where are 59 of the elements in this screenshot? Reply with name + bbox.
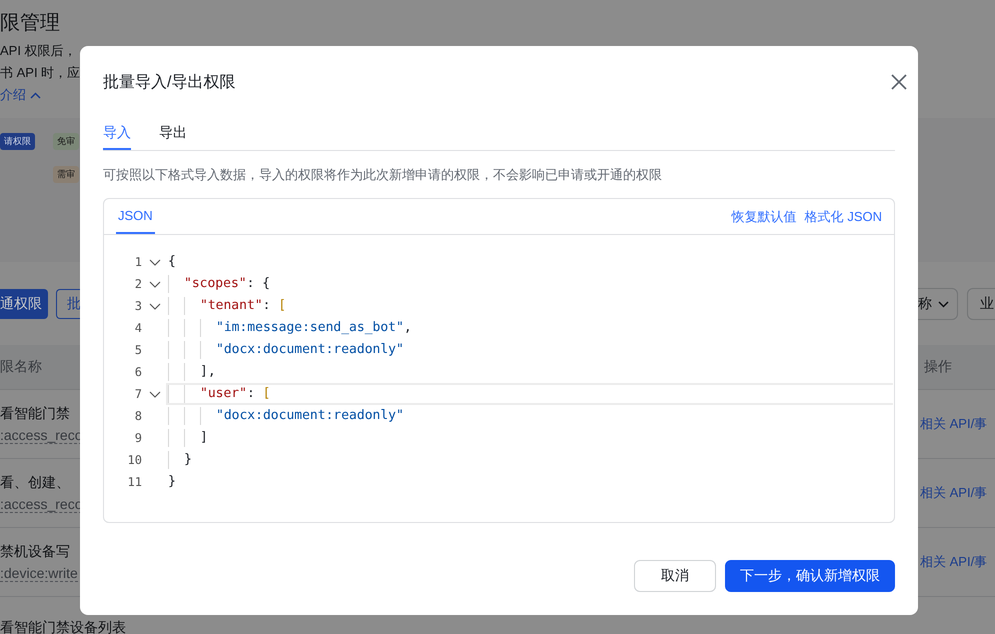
- dialog-title: 批量导入/导出权限: [103, 72, 236, 92]
- cancel-button[interactable]: 取消: [634, 560, 716, 592]
- dialog-tab[interactable]: 导入: [103, 116, 131, 150]
- code-text: "user": [: [200, 385, 270, 403]
- line-number: 3: [134, 299, 142, 313]
- permission-name: 看智能门禁设备列表: [0, 619, 126, 634]
- flow-chip: 免审: [53, 133, 79, 150]
- chevron-icon: [938, 300, 949, 308]
- permission-name: 禁机设备写: [0, 542, 70, 560]
- line-number: 11: [126, 475, 142, 489]
- related-api-link[interactable]: 相关 API/事: [920, 553, 988, 571]
- fold-chevron-icon[interactable]: [149, 390, 161, 398]
- intro-text: 书 API 时，应: [0, 64, 80, 82]
- code-text: "scopes": {: [184, 275, 270, 293]
- permission-name: 看、创建、: [0, 474, 70, 492]
- column-header: 操作: [923, 358, 952, 376]
- code-text: "im:message:send_as_bot",: [216, 319, 412, 337]
- editor-action-link[interactable]: 格式化 JSON: [804, 208, 882, 226]
- close-icon: [889, 72, 909, 92]
- code-text: ],: [200, 363, 216, 381]
- line-number: 10: [126, 453, 142, 467]
- line-number: 9: [134, 431, 142, 445]
- line-number: 2: [134, 277, 142, 291]
- fold-chevron-icon[interactable]: [149, 258, 161, 266]
- line-number: 8: [134, 409, 142, 423]
- related-api-link[interactable]: 相关 API/事: [920, 415, 988, 433]
- json-editor[interactable]: JSON 恢复默认值 格式化 JSON 1 { 2 "scopes": { 3 "tenant": [ 4 "im:message:send_as_bot", 5 "docx:document:readonly" 6 ], 7 "user": [ 8 "docx:document:readonly" 9 ] 10 } 11 }: [103, 198, 895, 523]
- close-button[interactable]: [889, 72, 909, 92]
- intro-toggle[interactable]: 介绍: [0, 86, 41, 104]
- permission-name: 看智能门禁: [0, 404, 70, 422]
- line-number: 1: [134, 255, 142, 269]
- code-text: "tenant": [: [200, 297, 286, 315]
- fold-chevron-icon[interactable]: [149, 302, 161, 310]
- dialog-description: 可按照以下格式导入数据，导入的权限将作为此次新增申请的权限，不会影响已申请或开通的权限: [103, 166, 663, 184]
- filter-select[interactable]: 业: [967, 288, 995, 320]
- primary-button[interactable]: 通权限: [0, 289, 48, 319]
- code-text: "docx:document:readonly": [216, 407, 404, 425]
- code-text: {: [168, 253, 176, 271]
- editor-tab[interactable]: JSON: [116, 199, 155, 234]
- line-number: 6: [134, 365, 142, 379]
- line-number: 5: [134, 343, 142, 357]
- code-text: ]: [200, 429, 208, 447]
- related-api-link[interactable]: 相关 API/事: [920, 484, 988, 502]
- flow-chip: 需审: [53, 166, 79, 183]
- dialog-tab[interactable]: 导出: [159, 116, 187, 150]
- code-text: "docx:document:readonly": [216, 341, 404, 359]
- code-text: }: [168, 473, 176, 491]
- chevron-icon: [30, 92, 41, 98]
- scope-code: :device:write: [0, 564, 78, 582]
- line-number: 7: [134, 387, 142, 401]
- flow-chip: 请权限: [0, 133, 35, 150]
- editor-action-link[interactable]: 恢复默认值: [732, 208, 797, 226]
- confirm-button[interactable]: 下一步，确认新增权限: [725, 560, 895, 592]
- intro-text: API 权限后，: [0, 42, 77, 60]
- column-header: 限名称: [0, 358, 42, 376]
- line-number: 4: [134, 321, 142, 335]
- code-text: }: [184, 451, 192, 469]
- fold-chevron-icon[interactable]: [149, 280, 161, 288]
- page-title: 限管理: [0, 11, 61, 36]
